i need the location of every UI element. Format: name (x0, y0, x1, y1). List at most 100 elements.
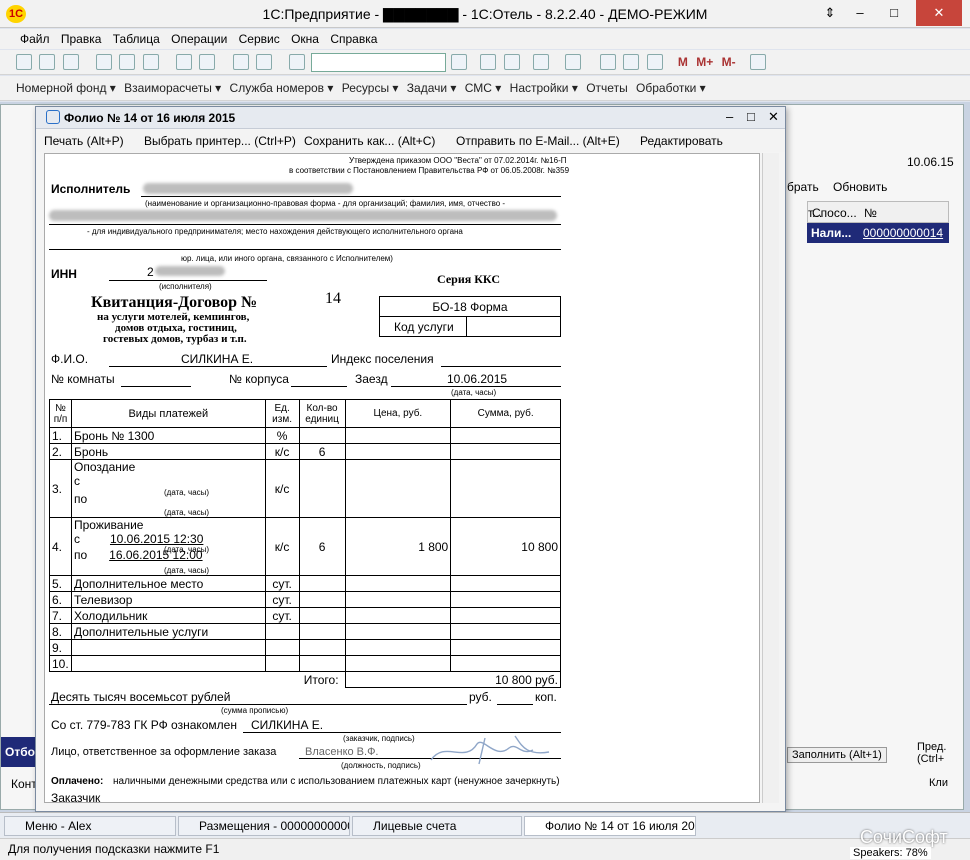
info-icon[interactable] (564, 54, 581, 70)
responsible-note: (должность, подпись) (341, 761, 421, 770)
folio-title-bar: Фолио № 14 от 16 июля 2015 ‒ □ ✕ (36, 107, 785, 129)
new-icon[interactable] (16, 54, 32, 70)
reports-menu[interactable]: Отчеты (586, 79, 627, 97)
col-number: № п/п (49, 399, 72, 428)
open-icon[interactable] (39, 54, 56, 70)
save-icon[interactable] (62, 54, 79, 70)
bg-row-method: Нали... (811, 226, 852, 240)
doc-title: Квитанция-Договор № (91, 294, 258, 311)
client-label: Кли (929, 777, 948, 789)
row-qty: 6 (298, 443, 346, 460)
service-code-label: Код услуги (394, 320, 454, 334)
prev-button[interactable]: Пред. (917, 741, 946, 753)
redacted-inn (155, 266, 225, 276)
status-hint: Для получения подсказки нажмите F1 (8, 842, 220, 856)
print-icon[interactable] (176, 54, 193, 70)
settlements-menu[interactable]: Взаиморасчеты ▾ (124, 79, 221, 97)
print-button[interactable]: Печать (Alt+P) (44, 134, 124, 148)
search-prev-icon[interactable] (503, 54, 520, 70)
prev-shortcut: (Ctrl+ (917, 753, 945, 765)
bg-select-button[interactable]: брать (787, 180, 819, 194)
housekeeping-menu[interactable]: Служба номеров ▾ (230, 79, 334, 97)
paste-icon[interactable] (142, 54, 159, 70)
find-icon[interactable] (289, 54, 306, 70)
send-email-button[interactable]: Отправить по E-Mail... (Alt+E) (456, 134, 620, 148)
date-note: (дата, часы) (163, 508, 210, 517)
bg-col-method[interactable]: Спосо... (812, 206, 857, 220)
menu-table[interactable]: Таблица (113, 32, 160, 46)
executor-note: (наименование и организационно-правовая … (145, 199, 506, 208)
row-sum (450, 427, 561, 444)
inn-value: 2 (147, 265, 154, 279)
calculator-icon[interactable] (599, 54, 616, 70)
folio-minimize-icon[interactable]: ‒ (726, 109, 733, 124)
folio-maximize-icon[interactable]: □ (747, 109, 755, 124)
row-n: 1. (49, 427, 72, 444)
table-row: 6. Телевизор сут. (49, 591, 561, 608)
tools-icon[interactable] (749, 54, 766, 70)
copy-icon[interactable] (119, 54, 136, 70)
redo-icon[interactable] (256, 54, 273, 70)
folio-close-icon[interactable]: ✕ (768, 109, 779, 125)
preview-icon[interactable] (199, 54, 216, 70)
select-printer-button[interactable]: Выбрать принтер... (Ctrl+P) (144, 134, 296, 148)
save-as-button[interactable]: Сохранить как... (Alt+C) (304, 134, 435, 148)
calendar-icon[interactable] (623, 54, 640, 70)
table-icon[interactable] (646, 54, 663, 70)
col-qty: Кол-во единиц (298, 399, 346, 428)
bg-col-number[interactable]: № (864, 206, 877, 220)
redacted-executor (143, 183, 353, 194)
row-n: 10. (49, 655, 72, 672)
maximize-button[interactable]: □ (874, 0, 914, 26)
edit-button[interactable]: Редактировать (640, 134, 723, 148)
sms-menu[interactable]: СМС ▾ (465, 79, 502, 97)
room-stock-menu[interactable]: Номерной фонд ▾ (16, 79, 116, 97)
search-input[interactable] (310, 53, 446, 72)
row-kind: Бронь № 1300 (70, 427, 266, 444)
row-kind: Холодильник (70, 607, 266, 624)
table-row: 10. (49, 655, 561, 672)
civil-code-text: Со ст. 779-783 ГК РФ ознакомлен (51, 718, 237, 732)
windows-icon[interactable] (533, 54, 550, 70)
menu-operations[interactable]: Операции (171, 32, 227, 46)
memory-minus-button[interactable]: М- (722, 53, 736, 71)
undo-icon[interactable] (232, 54, 249, 70)
bg-refresh-button[interactable]: Обновить (833, 180, 887, 194)
row-qty (298, 427, 346, 444)
menu-help[interactable]: Справка (330, 32, 377, 46)
settings-menu[interactable]: Настройки ▾ (510, 79, 578, 97)
entrepreneur-note: - для индивидуального предпринимателя; м… (87, 227, 463, 236)
processing-menu[interactable]: Обработки ▾ (636, 79, 706, 97)
date-note: (дата, часы) (163, 488, 210, 497)
redacted-address (49, 210, 557, 221)
bg-grid-row[interactable]: Нали... 000000000014 (807, 223, 949, 243)
task-placements[interactable]: Размещения - 00000000000... (178, 816, 350, 836)
fill-button[interactable]: Заполнить (Alt+1) (787, 747, 887, 763)
memory-plus-button[interactable]: М+ (696, 53, 713, 71)
arrival-value: 10.06.2015 (447, 372, 508, 386)
menu-windows[interactable]: Окна (291, 32, 319, 46)
row-n: 5. (49, 575, 72, 592)
task-folio[interactable]: Фолио № 14 от 16 июля 2015 (524, 816, 696, 836)
tasks-menu[interactable]: Задачи ▾ (407, 79, 457, 97)
vertical-scrollbar[interactable] (762, 153, 779, 803)
task-menu[interactable]: Меню - Alex (4, 816, 176, 836)
close-button[interactable]: ✕ (916, 0, 962, 26)
row-qty (298, 459, 346, 518)
row-n: 6. (49, 591, 72, 608)
row-qty: 6 (298, 517, 346, 576)
task-accounts[interactable]: Лицевые счета (352, 816, 522, 836)
bg-row-number[interactable]: 000000000014 (863, 226, 943, 240)
menu-file[interactable]: Файл (20, 32, 50, 46)
row-kind: Дополнительные услуги (70, 623, 266, 640)
resources-menu[interactable]: Ресурсы ▾ (342, 79, 399, 97)
memory-button[interactable]: М (678, 53, 688, 71)
doc-subtitle-3: гостевых домов, турбаз и т.п. (103, 333, 247, 345)
cut-icon[interactable] (96, 54, 113, 70)
row-kind: Опоздание (73, 460, 136, 474)
menu-edit[interactable]: Правка (61, 32, 102, 46)
menu-service[interactable]: Сервис (239, 32, 280, 46)
search-clear-icon[interactable] (451, 54, 468, 70)
search-next-icon[interactable] (480, 54, 497, 70)
row-unit: сут. (264, 591, 300, 608)
